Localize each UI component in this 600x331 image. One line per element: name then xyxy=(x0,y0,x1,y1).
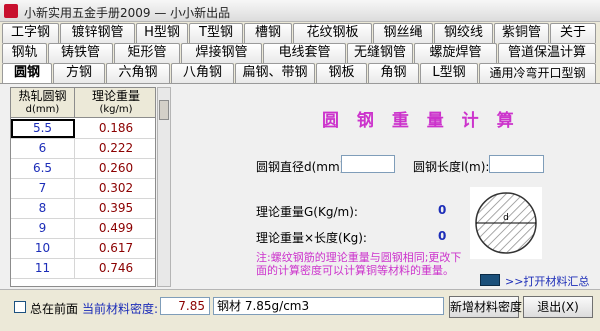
column-header-weight[interactable]: 理论重量 (kg/m) xyxy=(75,88,155,118)
tab-about[interactable]: 关于 xyxy=(550,23,596,43)
calc-title: 圆 钢 重 量 计 算 xyxy=(322,111,520,131)
tab-flat-steel[interactable]: 扁钢、带钢 xyxy=(235,63,315,83)
tab-row-3: 圆钢 方钢 六角钢 八角钢 扁钢、带钢 钢板 角钢 L型钢 通用冷弯开口型钢 xyxy=(0,63,600,83)
column-header-diameter[interactable]: 热轧圆钢 d(mm) xyxy=(11,88,75,118)
round-steel-panel: 热轧圆钢 d(mm) 理论重量 (kg/m) 5.5 0.186 6 0.222… xyxy=(0,83,600,289)
tab-round-steel[interactable]: 圆钢 xyxy=(2,63,52,83)
always-on-top-checkbox[interactable] xyxy=(14,301,26,313)
exit-button[interactable]: 退出(X) xyxy=(523,296,593,318)
table-row[interactable]: 7 0.302 xyxy=(11,179,155,199)
diameter-cell[interactable]: 11 xyxy=(11,259,75,278)
tab-cold-formed[interactable]: 通用冷弯开口型钢 xyxy=(479,63,596,83)
density-input[interactable]: 7.85 xyxy=(160,297,210,315)
diameter-cell[interactable]: 6 xyxy=(11,139,75,158)
tab-strand[interactable]: 钢绞线 xyxy=(434,23,493,43)
header-title: 热轧圆钢 xyxy=(18,89,67,103)
table-row[interactable]: 10 0.617 xyxy=(11,239,155,259)
diameter-cell[interactable]: 9 xyxy=(11,219,75,238)
tab-conduit[interactable]: 电线套管 xyxy=(263,43,346,63)
tab-duxin[interactable]: 镀锌钢管 xyxy=(60,23,135,43)
tab-rect-tube[interactable]: 矩形管 xyxy=(114,43,180,63)
tab-seamless-pipe[interactable]: 无缝钢管 xyxy=(347,43,413,63)
tab-wire-rope[interactable]: 钢丝绳 xyxy=(373,23,433,43)
tab-oct-steel[interactable]: 八角钢 xyxy=(171,63,234,83)
tab-spiral-pipe[interactable]: 螺旋焊管 xyxy=(414,43,497,63)
table-row[interactable]: 6.5 0.260 xyxy=(11,159,155,179)
diameter-input[interactable] xyxy=(341,155,395,173)
tab-hex-steel[interactable]: 六角钢 xyxy=(106,63,170,83)
tab-t-steel[interactable]: T型钢 xyxy=(189,23,243,43)
title-bar: 小新实用五金手册2009 — 小小新出品 xyxy=(0,0,600,22)
calc-note: 注:螺纹钢筋的理论重量与圆钢相同;更改下面的计算密度可以计算铜等材料的重量。 xyxy=(256,251,462,277)
round-steel-table: 热轧圆钢 d(mm) 理论重量 (kg/m) 5.5 0.186 6 0.222… xyxy=(10,87,156,287)
total-weight-label: 理论重量×长度(Kg): xyxy=(256,231,367,245)
tab-l-steel[interactable]: L型钢 xyxy=(420,63,478,83)
weight-cell[interactable]: 0.260 xyxy=(75,159,155,178)
tab-gongzi[interactable]: 工字钢 xyxy=(2,23,59,43)
diameter-cell[interactable]: 6.5 xyxy=(11,159,75,178)
always-on-top-label: 总在前面 xyxy=(30,302,79,316)
table-row[interactable]: 5.5 0.186 xyxy=(11,119,155,139)
total-weight-value: 0 xyxy=(438,229,447,243)
round-bar-diagram: d xyxy=(470,187,542,259)
weight-value: 0 xyxy=(438,203,447,217)
diameter-label: 圆钢直径d(mm): xyxy=(256,160,349,174)
weight-cell[interactable]: 0.186 xyxy=(75,119,155,138)
material-select[interactable]: 钢材 7.85g/cm3 xyxy=(213,297,444,315)
density-label: 当前材料密度: xyxy=(82,302,159,316)
window-title: 小新实用五金手册2009 — 小小新出品 xyxy=(24,6,231,20)
open-summary-link[interactable]: >>打开材料汇总 xyxy=(505,273,589,289)
diameter-cell[interactable]: 10 xyxy=(11,239,75,258)
tab-welded-pipe[interactable]: 焊接钢管 xyxy=(181,43,262,63)
length-input[interactable] xyxy=(489,155,544,173)
diameter-cell[interactable]: 5.5 xyxy=(11,119,75,138)
tab-h-steel[interactable]: H型钢 xyxy=(136,23,188,43)
tab-channel[interactable]: 槽钢 xyxy=(244,23,292,43)
tab-angle[interactable]: 角钢 xyxy=(368,63,419,83)
tab-row-2: 钢轨 铸铁管 矩形管 焊接钢管 电线套管 无缝钢管 螺旋焊管 管道保温计算 xyxy=(0,43,600,63)
weight-cell[interactable]: 0.499 xyxy=(75,219,155,238)
footer-bar: 总在前面 当前材料密度: 7.85 钢材 7.85g/cm3 新增材料密度 退出… xyxy=(0,289,600,331)
table-row[interactable]: 11 0.746 xyxy=(11,259,155,279)
diameter-symbol: d xyxy=(503,213,509,223)
tab-rail[interactable]: 钢轨 xyxy=(2,43,47,63)
header-title: 理论重量 xyxy=(91,89,140,103)
weight-cell[interactable]: 0.617 xyxy=(75,239,155,258)
scrollbar-thumb[interactable] xyxy=(159,100,169,120)
table-row[interactable]: 8 0.395 xyxy=(11,199,155,219)
tab-cast-iron-pipe[interactable]: 铸铁管 xyxy=(48,43,113,63)
weight-cell[interactable]: 0.746 xyxy=(75,259,155,278)
app-icon xyxy=(4,4,18,18)
tab-plate[interactable]: 钢板 xyxy=(316,63,367,83)
tab-insulation-calc[interactable]: 管道保温计算 xyxy=(498,43,596,63)
weight-cell[interactable]: 0.395 xyxy=(75,199,155,218)
tab-row-1: 工字钢 镀锌钢管 H型钢 T型钢 槽钢 花纹钢板 钢丝绳 钢绞线 紫铜管 关于 xyxy=(0,23,600,43)
monitor-icon[interactable] xyxy=(480,274,500,286)
header-unit: d(mm) xyxy=(25,104,60,115)
length-label: 圆钢长度l(m): xyxy=(413,160,490,174)
weight-label: 理论重量G(Kg/m): xyxy=(256,205,358,219)
add-density-button[interactable]: 新增材料密度 xyxy=(449,296,522,318)
table-row[interactable]: 9 0.499 xyxy=(11,219,155,239)
tab-square-steel[interactable]: 方钢 xyxy=(53,63,105,83)
tab-copper-pipe[interactable]: 紫铜管 xyxy=(494,23,549,43)
table-scrollbar[interactable] xyxy=(157,87,171,287)
diameter-cell[interactable]: 8 xyxy=(11,199,75,218)
table-row[interactable]: 6 0.222 xyxy=(11,139,155,159)
tab-checker-plate[interactable]: 花纹钢板 xyxy=(293,23,372,43)
diameter-cell[interactable]: 7 xyxy=(11,179,75,198)
header-unit: (kg/m) xyxy=(99,104,133,115)
weight-cell[interactable]: 0.222 xyxy=(75,139,155,158)
weight-cell[interactable]: 0.302 xyxy=(75,179,155,198)
